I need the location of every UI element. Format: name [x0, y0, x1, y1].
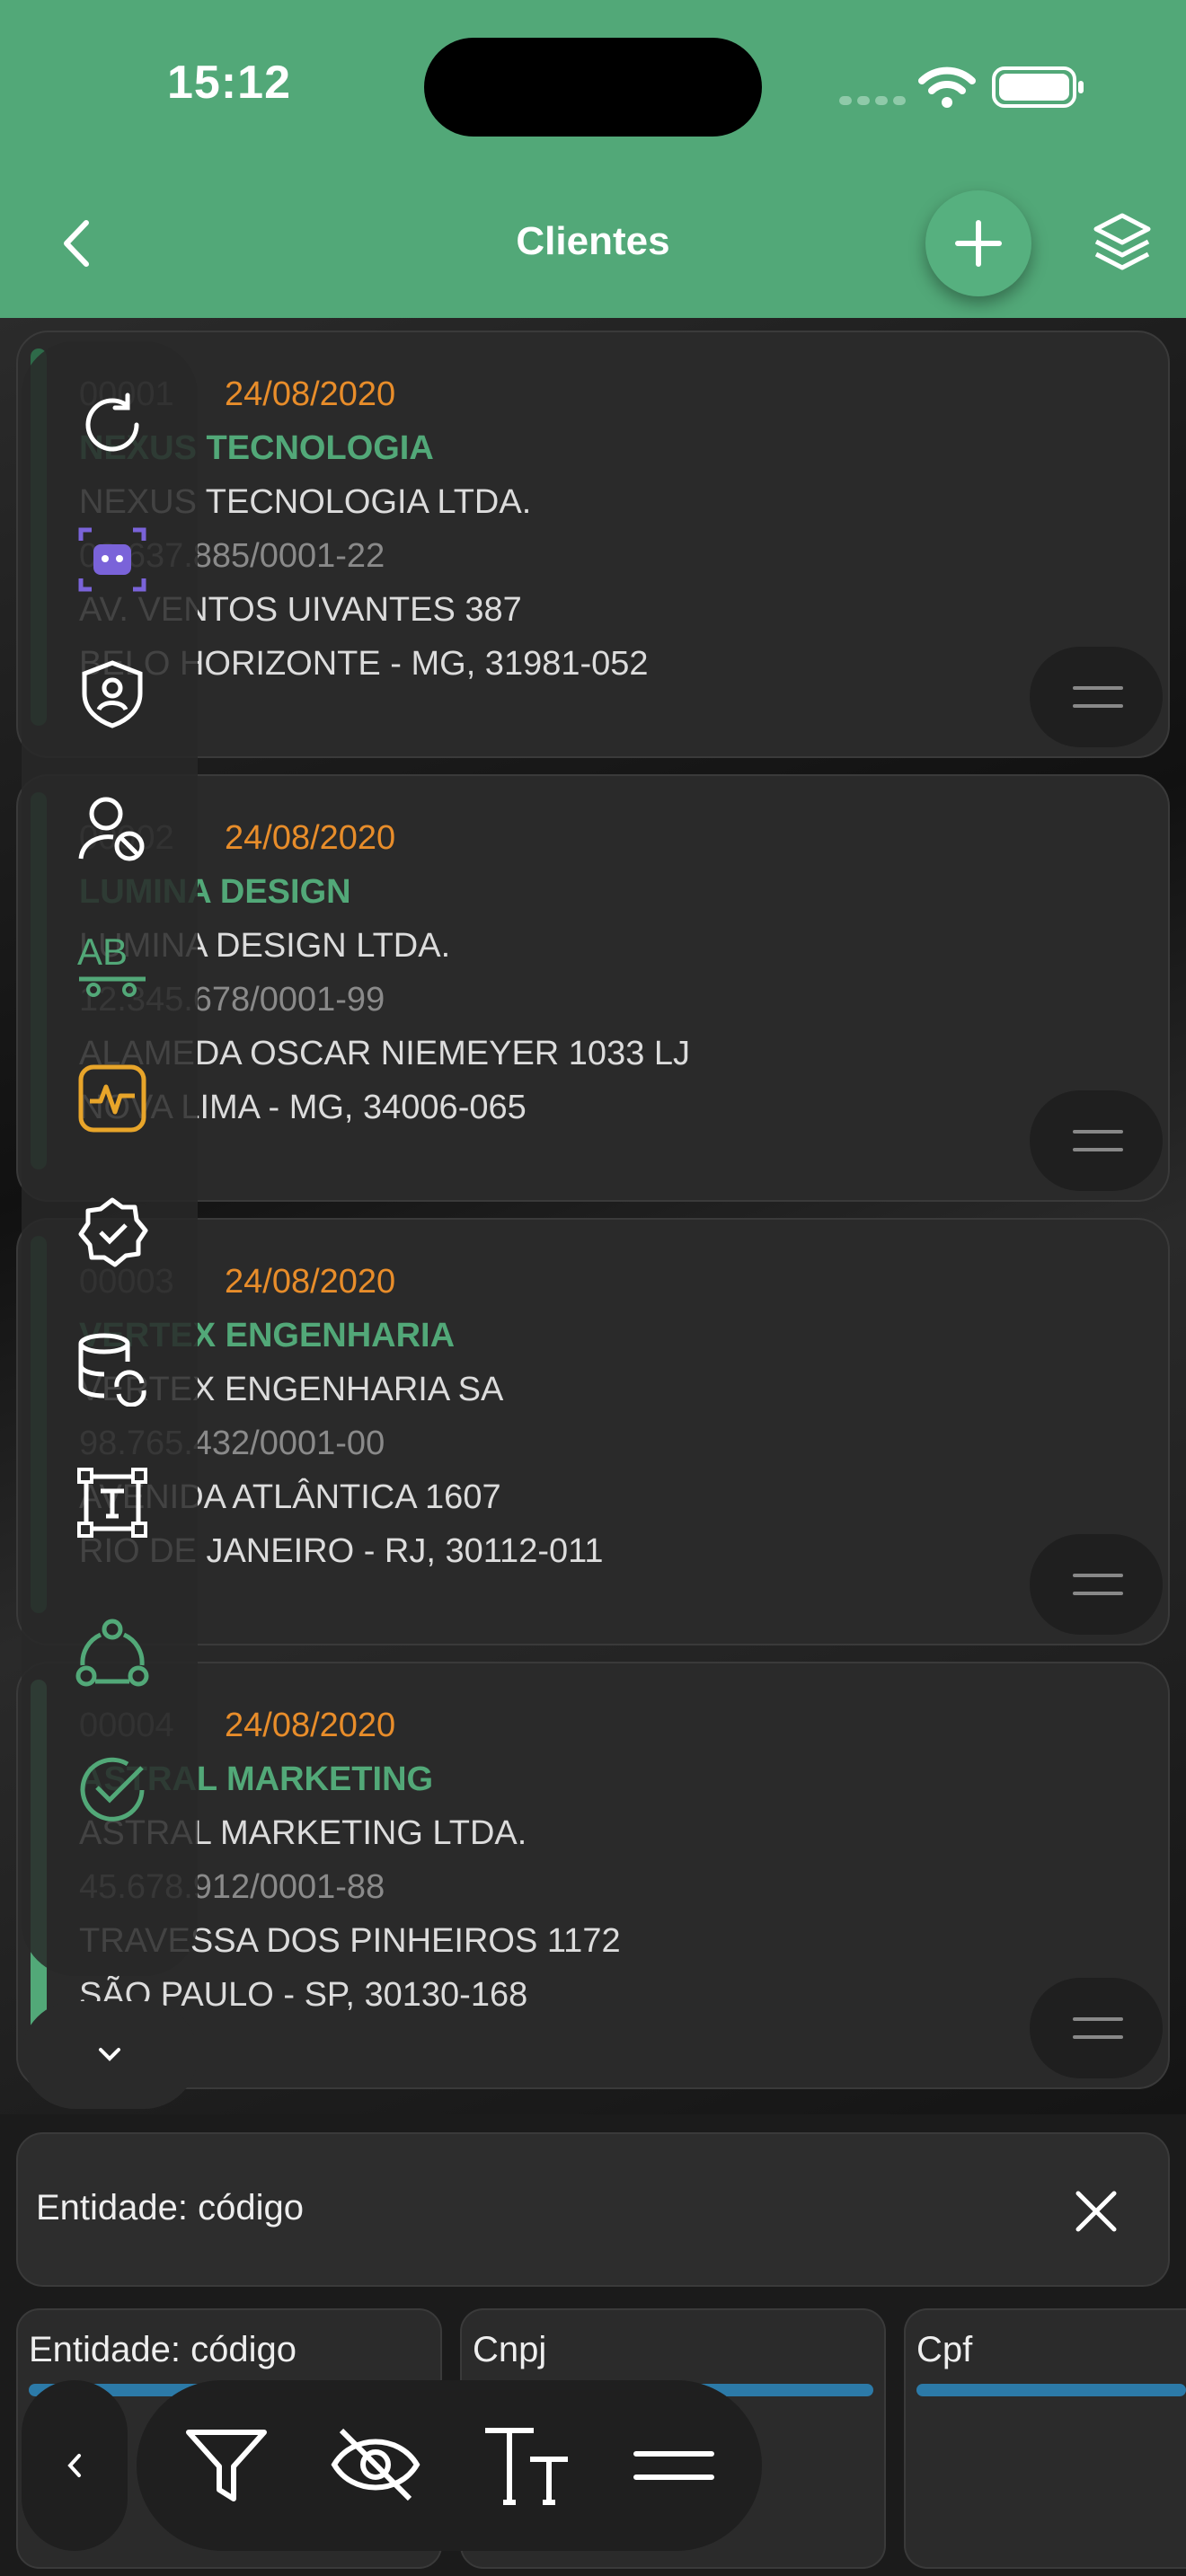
card-menu-button[interactable] — [1030, 1978, 1163, 2078]
text-size-icon[interactable] — [480, 2420, 570, 2510]
client-date: 24/08/2020 — [225, 375, 396, 413]
shield-user-icon — [82, 660, 143, 728]
app-header: 15:12 Clientes — [0, 0, 1186, 318]
side-toolbar: AB — [22, 341, 198, 1976]
column-bar — [916, 2384, 1186, 2396]
dynamic-island — [424, 38, 762, 137]
svg-text:AB: AB — [77, 931, 128, 973]
signal-icon — [839, 93, 911, 110]
activity-button[interactable] — [74, 1060, 151, 1137]
chevron-down-icon — [99, 2048, 120, 2061]
column-label: Cpf — [916, 2330, 973, 2369]
refresh-button[interactable] — [74, 386, 151, 463]
ai-bot-button[interactable] — [74, 521, 151, 598]
refresh-icon — [85, 393, 139, 452]
check-circle-icon — [80, 1757, 145, 1822]
plus-icon — [955, 220, 1002, 267]
client-date: 24/08/2020 — [225, 1263, 396, 1301]
column-label: Cnpj — [473, 2330, 547, 2369]
active-filter-bar[interactable]: Entidade: código — [16, 2132, 1170, 2287]
user-block-button[interactable] — [74, 790, 151, 868]
database-sync-icon — [78, 1333, 146, 1407]
network-button[interactable] — [74, 1617, 151, 1694]
spellcheck-button[interactable]: AB — [74, 925, 151, 1002]
battery-icon — [992, 66, 1084, 108]
status-time: 15:12 — [167, 57, 291, 109]
menu-icon[interactable] — [629, 2420, 719, 2510]
column-chip[interactable]: Cpf — [904, 2308, 1186, 2569]
text-frame-button[interactable] — [74, 1464, 151, 1541]
user-block-icon — [78, 797, 145, 861]
filter-icon[interactable] — [181, 2420, 271, 2510]
eye-off-icon[interactable] — [331, 2420, 420, 2510]
column-label: Entidade: código — [29, 2330, 297, 2369]
activity-icon — [78, 1064, 146, 1133]
text-frame-icon — [77, 1468, 147, 1538]
card-menu-button[interactable] — [1030, 1534, 1163, 1635]
ai-bot-icon — [78, 527, 146, 592]
filter-text: Entidade: código — [36, 2188, 305, 2228]
spellcheck-icon: AB — [77, 931, 146, 997]
badge-check-icon — [78, 1197, 148, 1267]
network-icon — [75, 1619, 149, 1687]
bottom-action-bar — [137, 2380, 762, 2551]
card-menu-button[interactable] — [1030, 1090, 1163, 1191]
chevron-left-icon — [67, 2454, 81, 2477]
layers-button[interactable] — [1089, 208, 1155, 275]
card-menu-button[interactable] — [1030, 647, 1163, 747]
toolbar-collapse-button[interactable] — [22, 2001, 198, 2109]
bottom-back-button[interactable] — [22, 2380, 128, 2551]
wifi-icon — [918, 66, 976, 108]
database-sync-button[interactable] — [74, 1329, 151, 1407]
client-date: 24/08/2020 — [225, 819, 396, 857]
check-circle-button[interactable] — [74, 1751, 151, 1829]
client-date: 24/08/2020 — [225, 1707, 396, 1744]
shield-user-button[interactable] — [74, 656, 151, 733]
add-client-button[interactable] — [925, 190, 1031, 296]
close-icon[interactable] — [1060, 2175, 1132, 2247]
badge-check-button[interactable] — [74, 1195, 151, 1272]
